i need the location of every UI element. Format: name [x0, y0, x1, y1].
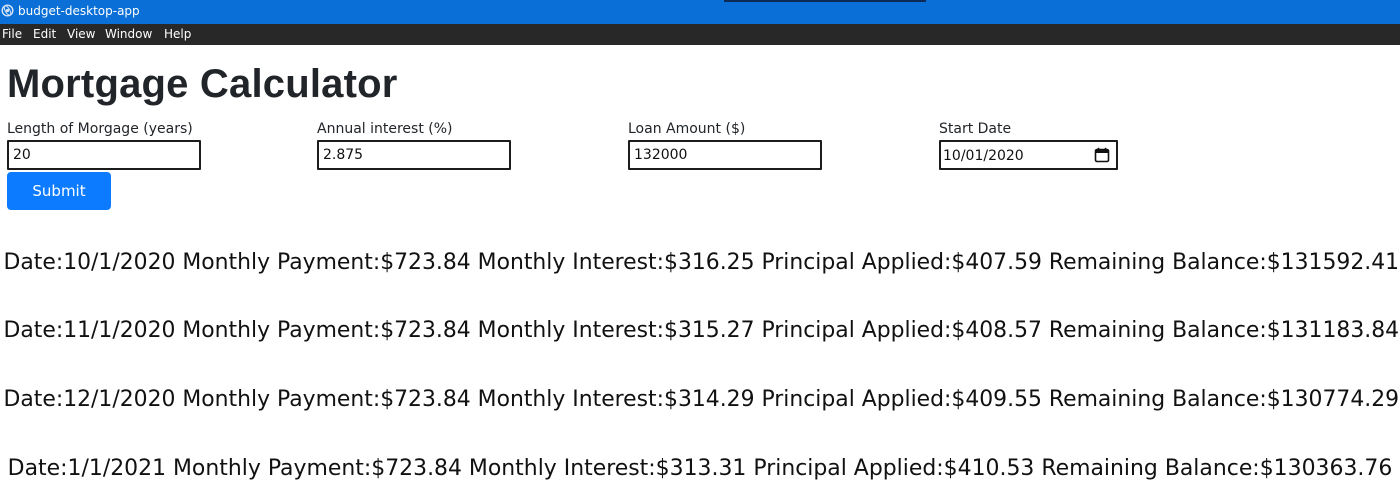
menu-window[interactable]: Window [105, 27, 152, 42]
window-title: budget-desktop-app [18, 4, 140, 18]
window-titlebar[interactable]: budget-desktop-app [0, 0, 1400, 24]
start-date-value: 10/01/2020 [943, 148, 1024, 164]
submit-button[interactable]: Submit [7, 172, 111, 210]
titlebar-accent [724, 0, 926, 2]
length-input[interactable] [7, 140, 201, 170]
result-row: Date:10/1/2020 Monthly Payment:$723.84 M… [3, 250, 1400, 275]
menu-bar: File Edit View Window Help [0, 24, 1400, 45]
menu-edit[interactable]: Edit [33, 27, 56, 42]
menu-help[interactable]: Help [164, 27, 191, 42]
result-row: Date:12/1/2020 Monthly Payment:$723.84 M… [3, 387, 1400, 412]
start-date-input[interactable]: 10/01/2020 [939, 140, 1118, 170]
calendar-icon[interactable] [1094, 147, 1110, 163]
interest-label: Annual interest (%) [317, 121, 453, 137]
menu-file[interactable]: File [2, 27, 22, 42]
app-icon [1, 4, 14, 17]
loan-input[interactable] [628, 140, 822, 170]
start-date-label: Start Date [939, 121, 1012, 137]
result-row: Date:1/1/2021 Monthly Payment:$723.84 Mo… [7, 456, 1393, 481]
result-row: Date:11/1/2020 Monthly Payment:$723.84 M… [3, 318, 1400, 343]
page-title: Mortgage Calculator [7, 62, 398, 106]
loan-label: Loan Amount ($) [628, 121, 746, 137]
length-label: Length of Morgage (years) [7, 121, 193, 137]
interest-input[interactable] [317, 140, 511, 170]
menu-view[interactable]: View [67, 27, 95, 42]
